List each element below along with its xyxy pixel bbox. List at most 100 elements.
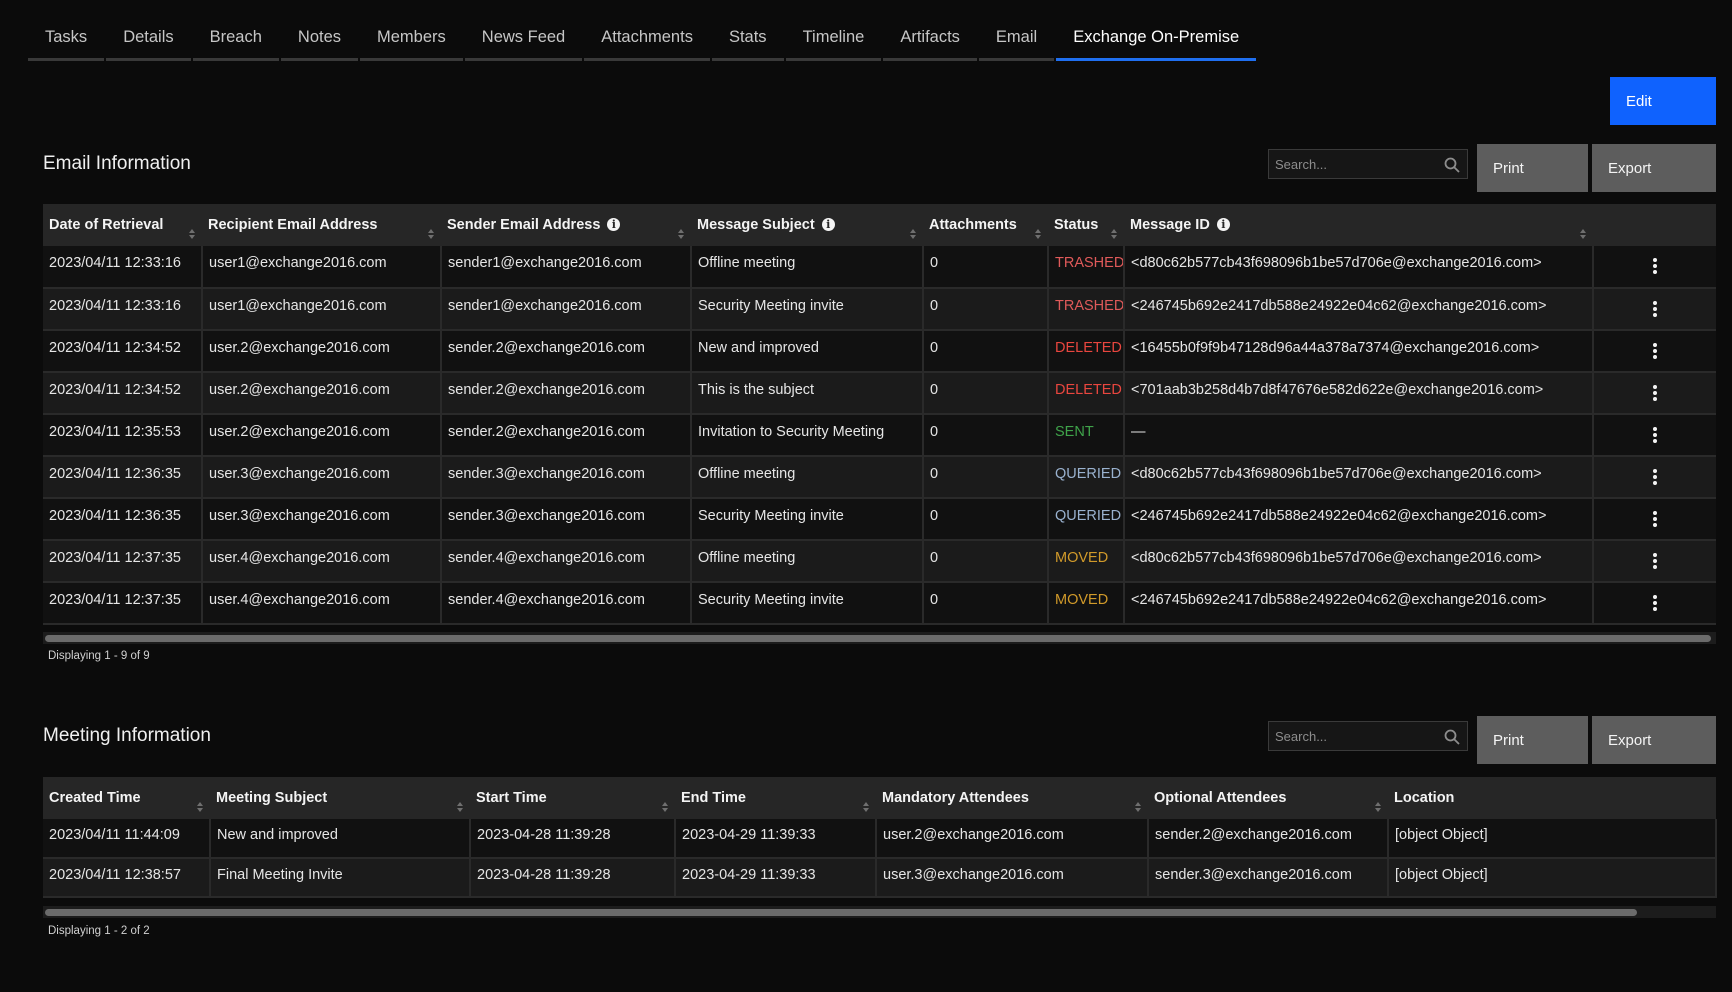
sort-icon[interactable]: [196, 801, 204, 813]
table-cell: TRASHED: [1048, 246, 1125, 289]
scrollbar-thumb[interactable]: [45, 909, 1637, 916]
meeting-table-scrollbar[interactable]: [43, 906, 1716, 918]
table-cell: 2023/04/11 12:33:16: [43, 288, 203, 331]
table-cell: 2023/04/11 12:36:35: [43, 456, 203, 499]
table-cell: MOVED: [1048, 540, 1125, 583]
tab-artifacts[interactable]: Artifacts: [883, 22, 977, 61]
col-message-id[interactable]: Message ID i: [1124, 204, 1593, 246]
overflow-menu-icon[interactable]: [1653, 343, 1657, 361]
scrollbar-thumb[interactable]: [45, 635, 1711, 642]
edit-button[interactable]: Edit: [1610, 77, 1716, 125]
info-icon[interactable]: i: [607, 218, 621, 231]
sort-icon[interactable]: [1034, 228, 1042, 240]
sort-icon[interactable]: [1579, 228, 1587, 240]
email-export-button[interactable]: Export: [1592, 144, 1716, 192]
col-sender-email[interactable]: Sender Email Address i: [441, 204, 691, 246]
tab-email[interactable]: Email: [978, 22, 1055, 61]
table-cell: user1@exchange2016.com: [202, 288, 442, 331]
meeting-section-title: Meeting Information: [43, 725, 211, 746]
meeting-export-button[interactable]: Export: [1592, 716, 1716, 764]
meeting-table: Created Time Meeting Subject Start Time …: [43, 777, 1717, 898]
overflow-menu-icon[interactable]: [1653, 553, 1657, 571]
sort-icon[interactable]: [456, 801, 464, 813]
col-actions: [1593, 204, 1716, 246]
overflow-menu-icon[interactable]: [1653, 511, 1657, 529]
sort-icon[interactable]: [661, 801, 669, 813]
table-cell: Invitation to Security Meeting: [691, 414, 924, 457]
sort-icon[interactable]: [677, 228, 685, 240]
table-row[interactable]: 2023/04/11 11:44:09 New and improved 2023-…: [43, 819, 1717, 859]
sort-icon[interactable]: [1374, 801, 1382, 813]
tab-notes[interactable]: Notes: [280, 22, 359, 61]
info-icon[interactable]: i: [1216, 218, 1230, 231]
table-cell: 2023-04-29 11:39:33: [675, 819, 877, 859]
table-cell: sender.3@exchange2016.com: [441, 498, 692, 541]
sort-icon[interactable]: [1110, 228, 1118, 240]
tab-tasks[interactable]: Tasks: [28, 22, 105, 61]
sort-icon[interactable]: [1134, 801, 1142, 813]
table-row[interactable]: 2023/04/11 12:35:53 user.2@exchange2016.c…: [43, 414, 1716, 457]
email-print-button[interactable]: Print: [1477, 144, 1588, 192]
col-optional-attendees[interactable]: Optional Attendees: [1148, 777, 1388, 819]
table-row[interactable]: 2023/04/11 12:33:16 user1@exchange2016.co…: [43, 246, 1716, 289]
meeting-print-button[interactable]: Print: [1477, 716, 1588, 764]
sort-icon[interactable]: [909, 228, 917, 240]
overflow-menu-icon[interactable]: [1653, 595, 1657, 613]
col-status[interactable]: Status: [1048, 204, 1124, 246]
overflow-menu-icon[interactable]: [1653, 469, 1657, 487]
table-row[interactable]: 2023/04/11 12:34:52 user.2@exchange2016.c…: [43, 372, 1716, 415]
table-row[interactable]: 2023/04/11 12:36:35 user.3@exchange2016.c…: [43, 456, 1716, 499]
table-row[interactable]: 2023/04/11 12:34:52 user.2@exchange2016.c…: [43, 330, 1716, 373]
overflow-menu-icon[interactable]: [1653, 427, 1657, 445]
table-row[interactable]: 2023/04/11 12:37:35 user.4@exchange2016.c…: [43, 582, 1716, 625]
col-date-of-retrieval[interactable]: Date of Retrieval: [43, 204, 202, 246]
table-cell: <d80c62b577cb43f698096b1be57d706e@exchan…: [1124, 540, 1594, 583]
tab-details[interactable]: Details: [106, 22, 191, 61]
table-cell: <16455b0f9f9b47128d96a44a378a7374@exchan…: [1124, 330, 1594, 373]
table-cell: New and improved: [691, 330, 924, 373]
search-icon[interactable]: [1443, 156, 1461, 174]
overflow-menu-icon[interactable]: [1653, 385, 1657, 403]
table-cell: user.3@exchange2016.com: [202, 456, 442, 499]
email-pagination-info: Displaying 1 - 9 of 9: [48, 650, 150, 662]
table-cell: user.2@exchange2016.com: [202, 372, 442, 415]
overflow-menu-icon[interactable]: [1653, 301, 1657, 319]
col-mandatory-attendees[interactable]: Mandatory Attendees: [876, 777, 1148, 819]
table-row[interactable]: 2023/04/11 12:37:35 user.4@exchange2016.c…: [43, 540, 1716, 583]
tab-timeline[interactable]: Timeline: [785, 22, 882, 61]
col-attachments[interactable]: Attachments: [923, 204, 1048, 246]
table-cell: 2023/04/11 12:34:52: [43, 372, 203, 415]
col-location[interactable]: Location: [1388, 777, 1716, 819]
table-cell: sender1@exchange2016.com: [441, 246, 692, 289]
table-cell: SENT: [1048, 414, 1125, 457]
table-row[interactable]: 2023/04/11 12:38:57 Final Meeting Invite 2…: [43, 858, 1717, 898]
table-cell: 2023/04/11 12:36:35: [43, 498, 203, 541]
col-recipient-email[interactable]: Recipient Email Address: [202, 204, 441, 246]
email-search-input[interactable]: Search...: [1268, 149, 1468, 179]
email-table-scrollbar[interactable]: [43, 632, 1716, 644]
table-row[interactable]: 2023/04/11 12:36:35 user.3@exchange2016.c…: [43, 498, 1716, 541]
tab-breach[interactable]: Breach: [192, 22, 279, 61]
table-row[interactable]: 2023/04/11 12:33:16 user1@exchange2016.co…: [43, 288, 1716, 331]
tab-news-feed[interactable]: News Feed: [464, 22, 583, 61]
tab-stats[interactable]: Stats: [711, 22, 784, 61]
tab-attachments[interactable]: Attachments: [584, 22, 710, 61]
overflow-menu-icon[interactable]: [1653, 258, 1657, 276]
col-created-time[interactable]: Created Time: [43, 777, 210, 819]
sort-icon[interactable]: [862, 801, 870, 813]
table-cell: QUERIED: [1048, 456, 1125, 499]
col-meeting-subject[interactable]: Meeting Subject: [210, 777, 470, 819]
col-end-time[interactable]: End Time: [675, 777, 876, 819]
col-start-time[interactable]: Start Time: [470, 777, 675, 819]
email-search-placeholder: Search...: [1275, 156, 1328, 172]
search-icon[interactable]: [1443, 728, 1461, 746]
table-cell: 2023/04/11 12:38:57: [43, 858, 211, 898]
sort-icon[interactable]: [427, 228, 435, 240]
col-message-subject[interactable]: Message Subject i: [691, 204, 923, 246]
info-icon[interactable]: i: [821, 218, 835, 231]
meeting-search-input[interactable]: Search...: [1268, 721, 1468, 751]
tab-exchange-on-premise[interactable]: Exchange On-Premise: [1056, 22, 1257, 61]
table-cell: Security Meeting invite: [691, 288, 924, 331]
tab-members[interactable]: Members: [360, 22, 463, 61]
sort-icon[interactable]: [188, 228, 196, 240]
